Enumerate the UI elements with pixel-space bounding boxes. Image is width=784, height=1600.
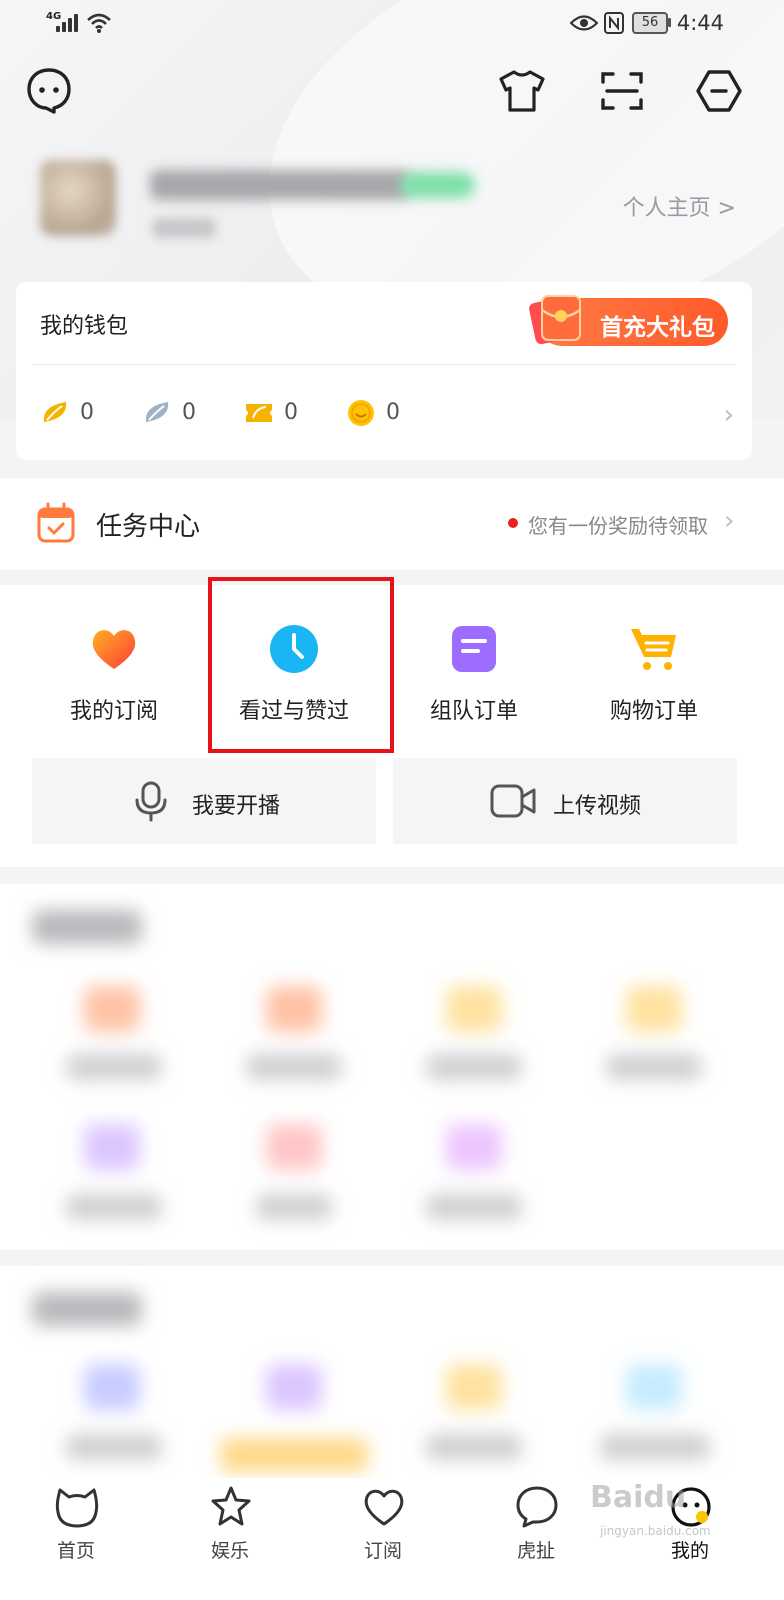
chat-bubble-icon — [516, 1486, 558, 1528]
status-bar: 4G 56 4:44 — [0, 0, 784, 48]
settings-hex-icon[interactable] — [694, 66, 744, 116]
nav-label: 我的 — [670, 1540, 709, 1562]
shortcut-team-orders[interactable]: 组队订单 — [384, 615, 564, 725]
wallet-chevron-icon[interactable]: › — [724, 400, 734, 430]
nav-subscriptions[interactable]: 订阅 — [323, 1478, 443, 1600]
reward-notice[interactable]: 您有一份奖励待领取 — [528, 510, 708, 539]
scan-icon[interactable] — [597, 66, 647, 116]
reward-dot — [508, 518, 518, 528]
clock: 4:44 — [676, 11, 724, 35]
microphone-icon — [135, 781, 167, 822]
cart-icon — [631, 629, 676, 670]
red-envelope-icon — [529, 295, 581, 345]
coupon-icon — [246, 404, 272, 422]
blurred-section-2 — [0, 1266, 784, 1478]
divider — [32, 364, 736, 365]
balance-value: 0 — [182, 400, 196, 425]
avatar[interactable] — [40, 160, 116, 236]
shortcut-label: 购物订单 — [609, 699, 698, 724]
silver-bean-icon — [145, 402, 169, 422]
balance-silver-bean[interactable]: 0 — [142, 396, 222, 432]
wifi-icon — [87, 13, 111, 33]
signal-icon — [56, 14, 80, 32]
task-chevron-icon[interactable]: › — [724, 506, 734, 536]
balance-value: 0 — [284, 400, 298, 425]
highlight-box — [208, 577, 394, 753]
calendar-check-icon — [37, 502, 75, 543]
wallet-title: 我的钱包 — [40, 314, 129, 339]
task-center-row[interactable]: 任务中心 您有一份奖励待领取 › — [0, 478, 784, 570]
balance-value: 0 — [80, 400, 94, 425]
yellow-bean-icon — [43, 402, 67, 422]
shortcut-label: 我的订阅 — [69, 699, 158, 724]
shortcut-my-subscriptions[interactable]: 我的订阅 — [24, 615, 204, 725]
heart-icon — [92, 630, 136, 669]
user-id-blurred — [152, 218, 216, 238]
watermark-site: jingyan.baidu.com — [600, 1524, 711, 1538]
gold-coin-icon — [348, 400, 374, 426]
start-live-button[interactable]: 我要开播 — [32, 758, 376, 844]
nav-label: 订阅 — [363, 1540, 402, 1562]
shortcut-label: 组队订单 — [429, 699, 518, 724]
nav-label: 娱乐 — [210, 1540, 249, 1562]
shirt-icon[interactable] — [497, 66, 547, 116]
balance-coupon[interactable]: 0 — [244, 396, 324, 432]
balance-gold-coin[interactable]: 0 — [346, 396, 426, 432]
wallet-card: 我的钱包 首充大礼包 0 0 0 0 › — [16, 282, 752, 460]
watermark-brand: Baidu — [590, 1480, 687, 1515]
star-icon — [211, 1486, 251, 1526]
action-label: 我要开播 — [192, 794, 281, 819]
nav-label: 虎扯 — [516, 1540, 555, 1562]
battery-level: 56 — [641, 15, 659, 30]
upload-video-button[interactable]: 上传视频 — [393, 758, 737, 844]
balance-yellow-bean[interactable]: 0 — [40, 396, 120, 432]
chat-icon[interactable] — [24, 66, 74, 116]
battery-icon: 56 — [632, 12, 668, 34]
heart-outline-icon — [364, 1489, 404, 1526]
task-center-title: 任务中心 — [96, 512, 201, 542]
shortcut-shopping-orders[interactable]: 购物订单 — [564, 615, 744, 725]
nav-label: 首页 — [56, 1540, 95, 1562]
action-label: 上传视频 — [553, 794, 642, 819]
balance-value: 0 — [386, 400, 400, 425]
gift-label: 首充大礼包 — [600, 315, 715, 341]
first-recharge-gift-button[interactable]: 首充大礼包 — [529, 295, 728, 346]
nfc-icon — [604, 12, 624, 34]
nav-chat[interactable]: 虎扯 — [476, 1478, 596, 1600]
level-badge-blurred — [400, 172, 475, 198]
home-cat-icon — [55, 1488, 99, 1528]
nav-home[interactable]: 首页 — [16, 1478, 136, 1600]
blurred-section-1 — [0, 884, 784, 1250]
document-icon — [452, 626, 496, 672]
nav-entertainment[interactable]: 娱乐 — [170, 1478, 290, 1600]
personal-homepage-link[interactable]: 个人主页 > — [623, 190, 736, 222]
eye-icon — [570, 15, 598, 31]
video-camera-icon — [490, 784, 536, 818]
nickname-blurred — [150, 170, 410, 200]
battery-tip — [668, 18, 671, 27]
